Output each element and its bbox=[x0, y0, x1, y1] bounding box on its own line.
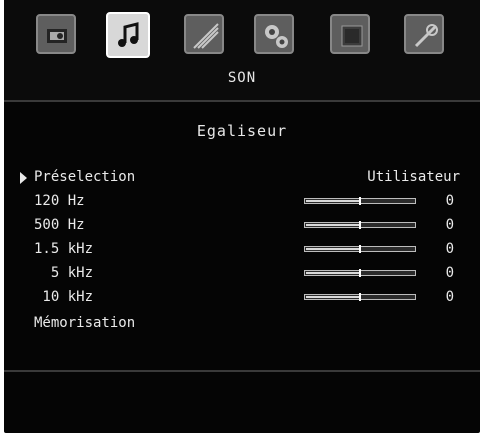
tab-features[interactable] bbox=[184, 14, 224, 54]
slider-center-tick bbox=[359, 245, 361, 253]
band-slider[interactable] bbox=[304, 245, 416, 253]
footer-divider bbox=[4, 370, 480, 372]
band-label: 5 kHz bbox=[34, 265, 94, 281]
slider-center-tick bbox=[359, 197, 361, 205]
picture-icon bbox=[47, 29, 67, 43]
menu-tabs bbox=[36, 12, 446, 60]
feature-icon bbox=[193, 23, 219, 49]
slider-fill bbox=[306, 296, 359, 298]
source-icon bbox=[341, 25, 363, 47]
tab-installation[interactable] bbox=[404, 14, 444, 54]
section-title: SON bbox=[227, 70, 257, 86]
slider-fill bbox=[306, 200, 359, 202]
band-row-10khz[interactable]: 10 kHz 0 bbox=[20, 286, 460, 308]
band-slider[interactable] bbox=[304, 293, 416, 301]
band-row-120hz[interactable]: 120 Hz 0 bbox=[20, 190, 460, 212]
sound-icon bbox=[118, 22, 139, 47]
settings-icon bbox=[265, 25, 288, 48]
band-label: 10 kHz bbox=[34, 289, 94, 305]
band-value: 0 bbox=[445, 289, 454, 305]
slider-fill bbox=[306, 224, 359, 226]
preselection-row[interactable]: Préselection Utilisateur bbox=[20, 166, 460, 188]
installation-icon bbox=[414, 24, 438, 48]
band-value: 0 bbox=[445, 241, 454, 257]
slider-center-tick bbox=[359, 221, 361, 229]
tab-picture[interactable] bbox=[36, 14, 76, 54]
selection-pointer-icon bbox=[20, 172, 27, 184]
band-label: 1.5 kHz bbox=[34, 241, 94, 257]
slider-fill bbox=[306, 248, 359, 250]
tab-sound[interactable] bbox=[106, 12, 150, 58]
tab-settings[interactable] bbox=[254, 14, 294, 54]
menu-header: SON bbox=[4, 0, 480, 100]
slider-fill bbox=[306, 272, 359, 274]
band-slider[interactable] bbox=[304, 221, 416, 229]
preselection-value[interactable]: Utilisateur bbox=[367, 166, 460, 188]
tab-source[interactable] bbox=[330, 14, 370, 54]
store-row[interactable]: Mémorisation bbox=[20, 312, 460, 334]
panel-title: Egaliseur bbox=[196, 122, 288, 140]
band-slider[interactable] bbox=[304, 269, 416, 277]
tv-menu-screen: SON Egaliseur Préselection Utilisateur 1… bbox=[4, 0, 480, 433]
header-divider bbox=[4, 100, 480, 102]
band-label: 120 Hz bbox=[34, 193, 85, 209]
store-label[interactable]: Mémorisation bbox=[34, 312, 135, 334]
slider-center-tick bbox=[359, 293, 361, 301]
band-row-1-5khz[interactable]: 1.5 kHz 0 bbox=[20, 238, 460, 260]
band-value: 0 bbox=[445, 193, 454, 209]
band-label: 500 Hz bbox=[34, 217, 85, 233]
band-value: 0 bbox=[445, 265, 454, 281]
band-row-500hz[interactable]: 500 Hz 0 bbox=[20, 214, 460, 236]
band-row-5khz[interactable]: 5 kHz 0 bbox=[20, 262, 460, 284]
preselection-label: Préselection bbox=[34, 169, 136, 185]
slider-center-tick bbox=[359, 269, 361, 277]
band-value: 0 bbox=[445, 217, 454, 233]
band-slider[interactable] bbox=[304, 197, 416, 205]
